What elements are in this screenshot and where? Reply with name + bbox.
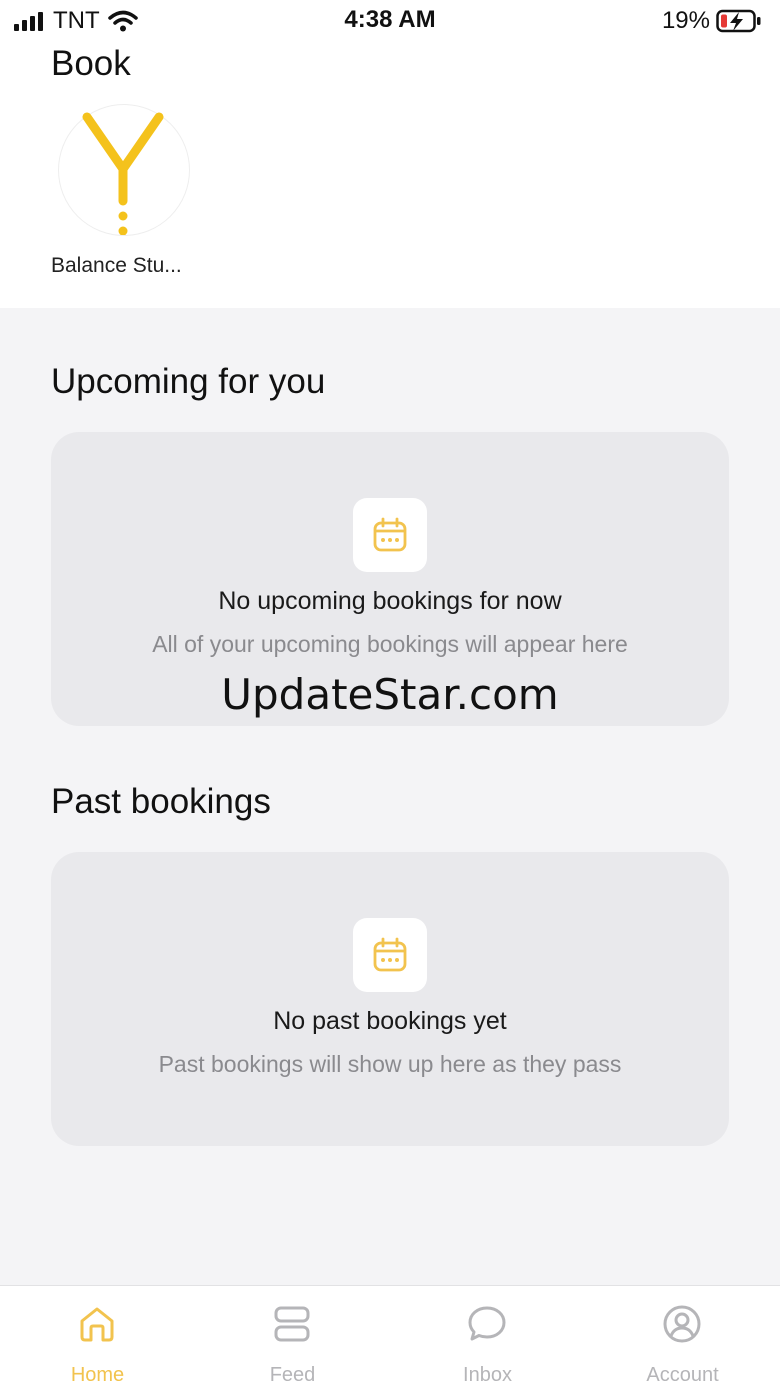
home-icon <box>80 1307 114 1342</box>
tab-home[interactable]: Home <box>0 1286 195 1388</box>
user-circle-icon <box>663 1305 701 1343</box>
tab-inbox[interactable]: Inbox <box>390 1286 585 1388</box>
tab-account-label: Account <box>646 1364 719 1386</box>
studio-logo-button[interactable] <box>58 104 190 236</box>
battery-percent: 19% <box>661 7 710 34</box>
tab-home-label: Home <box>70 1364 125 1386</box>
studio-logo-icon <box>82 112 164 236</box>
status-right: 19% <box>662 6 762 36</box>
upcoming-icon-box <box>353 498 427 572</box>
battery-charging-icon <box>716 9 761 33</box>
past-empty-title: No past bookings yet <box>273 1007 507 1035</box>
upcoming-empty-title: No upcoming bookings for now <box>218 587 562 615</box>
past-heading: Past bookings <box>51 782 271 821</box>
past-empty-subtitle: Past bookings will show up here as they … <box>158 1051 622 1077</box>
calendar-icon <box>373 937 407 972</box>
tab-inbox-label: Inbox <box>463 1364 512 1386</box>
calendar-icon <box>373 517 407 552</box>
watermark: UpdateStar.com <box>221 670 559 719</box>
status-bar: TNT 4:38 AM 19% <box>0 0 780 44</box>
past-icon-box <box>353 918 427 992</box>
tab-feed[interactable]: Feed <box>195 1286 390 1388</box>
tab-account[interactable]: Account <box>585 1286 780 1388</box>
feed-icon <box>274 1306 310 1342</box>
upcoming-empty-subtitle: All of your upcoming bookings will appea… <box>152 631 628 657</box>
book-section: Book Balance Stu... <box>0 44 780 308</box>
studio-name-label[interactable]: Balance Stu... <box>51 254 182 278</box>
upcoming-heading: Upcoming for you <box>51 362 326 401</box>
tab-feed-label: Feed <box>269 1364 316 1386</box>
past-empty-card: No past bookings yet Past bookings will … <box>51 852 729 1146</box>
tab-bar: Home Feed Inbox Account <box>0 1285 780 1388</box>
chat-icon <box>468 1306 506 1341</box>
page-title: Book <box>51 44 131 83</box>
